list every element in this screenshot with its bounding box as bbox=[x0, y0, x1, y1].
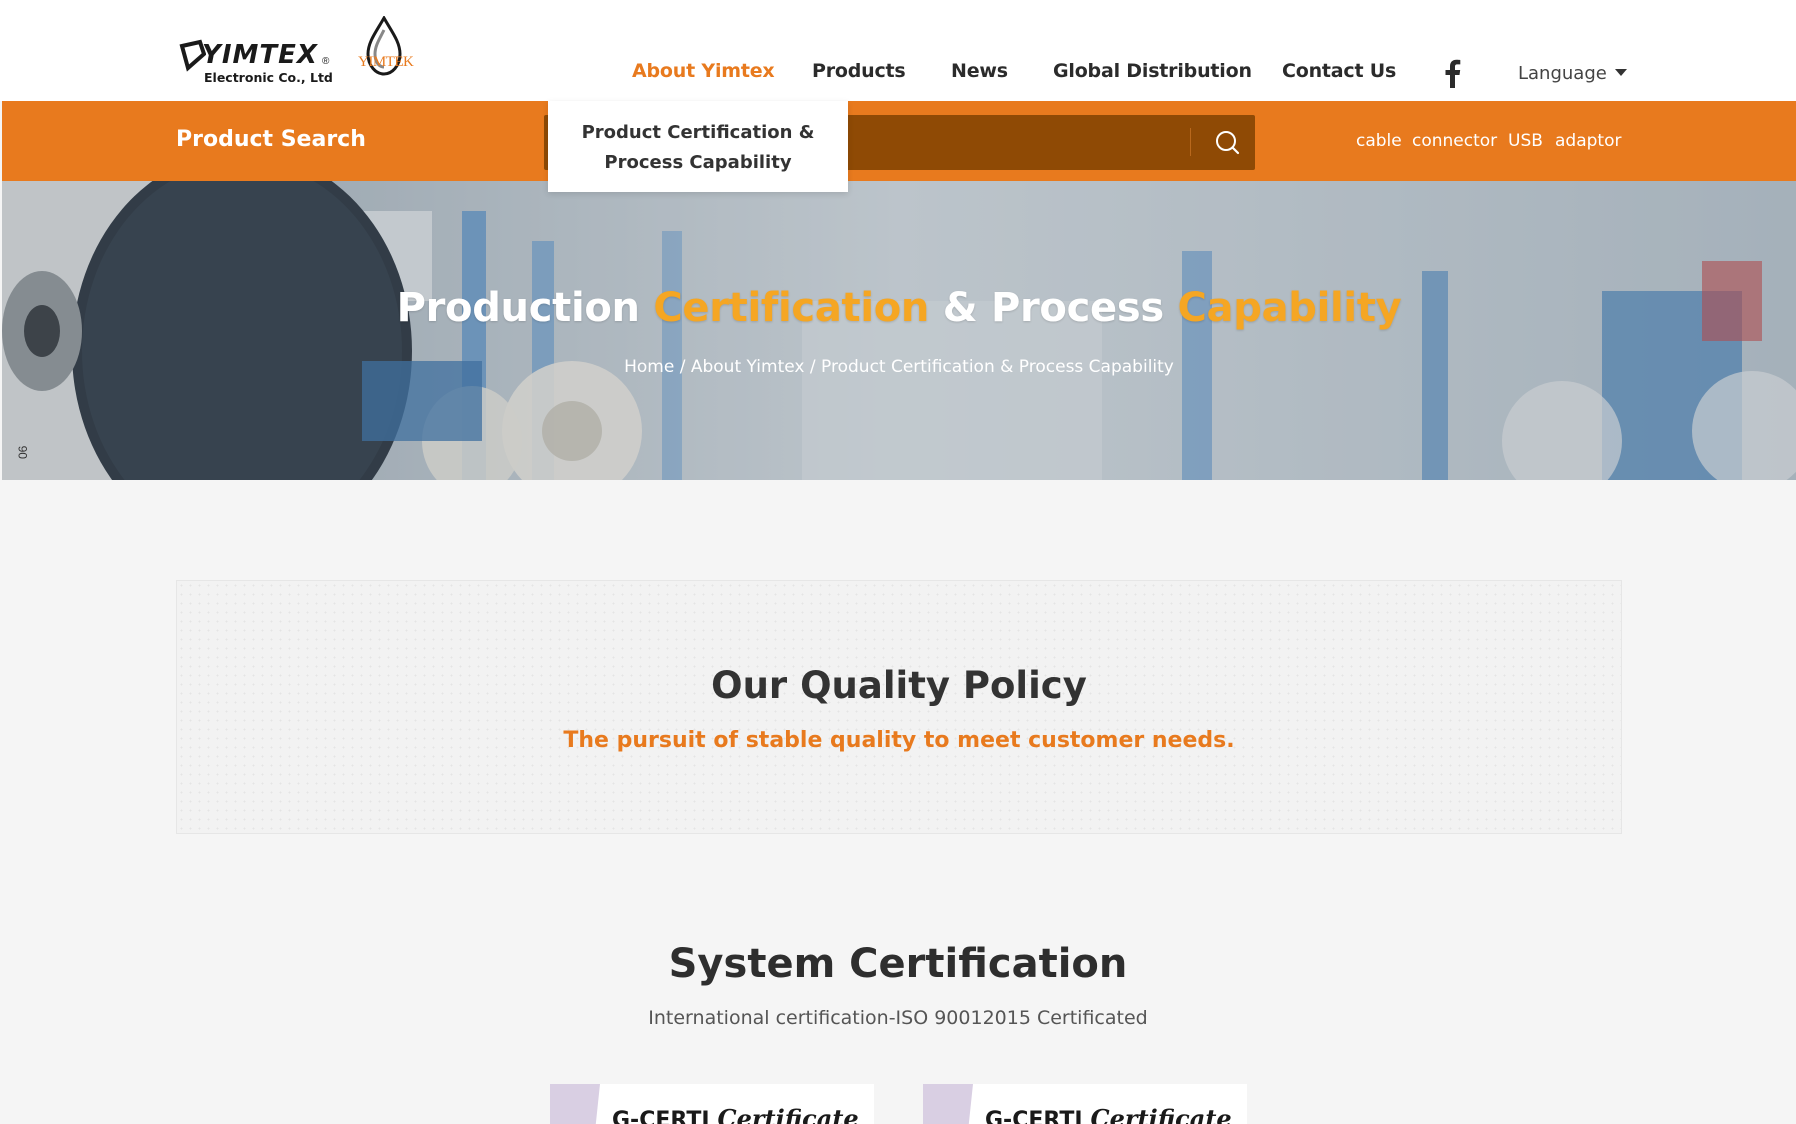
certificate-heading: G-CERTI Certificate bbox=[985, 1104, 1232, 1124]
facebook-icon[interactable] bbox=[1442, 58, 1462, 88]
system-certification-subtitle: International certification-ISO 90012015… bbox=[648, 1007, 1148, 1029]
title-part: & Process bbox=[942, 285, 1164, 331]
page-title: Production Certification & Process Capab… bbox=[2, 285, 1796, 331]
search-icon bbox=[1216, 131, 1240, 155]
title-part: Production bbox=[396, 285, 640, 331]
search-button[interactable] bbox=[1200, 115, 1255, 170]
logo-registered-mark: ® bbox=[322, 56, 330, 67]
breadcrumb-home[interactable]: Home bbox=[624, 357, 674, 377]
nav-item-contact[interactable]: Contact Us bbox=[1282, 60, 1396, 82]
nav-item-global-distribution[interactable]: Global Distribution bbox=[1053, 60, 1252, 82]
nav-item-about[interactable]: About Yimtex bbox=[632, 60, 775, 82]
certificate-brand: G-CERTI bbox=[612, 1108, 710, 1124]
nav-item-products[interactable]: Products bbox=[812, 60, 906, 82]
certificate-card[interactable]: G-CERTI Certificate bbox=[923, 1084, 1247, 1124]
hero-side-text: 06 bbox=[16, 445, 30, 459]
breadcrumb-separator: / bbox=[804, 357, 822, 377]
breadcrumb: Home / About Yimtex / Product Certificat… bbox=[2, 357, 1796, 377]
title-part-highlight: Capability bbox=[1177, 285, 1402, 331]
search-tag[interactable]: cable bbox=[1356, 131, 1402, 151]
logo-wordmark: YIMTEX bbox=[202, 40, 318, 70]
language-selector[interactable]: Language bbox=[1518, 63, 1627, 84]
certificate-heading: G-CERTI Certificate bbox=[612, 1104, 859, 1124]
certificate-script: Certificate bbox=[717, 1104, 859, 1124]
certificate-stripe bbox=[923, 1084, 973, 1124]
dropdown-item-certification[interactable]: Product Certification & Process Capabili… bbox=[548, 118, 848, 178]
search-tag[interactable]: connector bbox=[1412, 131, 1497, 151]
logo-subtitle: Electronic Co., Ltd bbox=[204, 70, 333, 85]
certificate-stripe bbox=[550, 1084, 600, 1124]
logo-primary: YIMTEX ® Electronic Co., Ltd bbox=[178, 24, 358, 85]
logo-secondary: YIMTEK bbox=[358, 16, 420, 84]
hero-banner: Production Certification & Process Capab… bbox=[2, 181, 1796, 480]
certificate-card[interactable]: G-CERTI Certificate bbox=[550, 1084, 874, 1124]
breadcrumb-separator: / bbox=[674, 357, 691, 377]
yimtex-logo[interactable]: YIMTEX ® Electronic Co., Ltd YIMTEK bbox=[178, 16, 428, 86]
site-header: YIMTEX ® Electronic Co., Ltd YIMTEK Abou… bbox=[0, 0, 1796, 101]
language-label: Language bbox=[1518, 63, 1607, 84]
title-part-highlight: Certification bbox=[653, 285, 930, 331]
logo-secondary-text: YIMTEK bbox=[358, 54, 414, 70]
certificate-script: Certificate bbox=[1090, 1104, 1232, 1124]
chevron-down-icon bbox=[1614, 69, 1627, 76]
system-certification-title: System Certification bbox=[668, 941, 1128, 987]
nav-item-news[interactable]: News bbox=[951, 60, 1008, 82]
product-search-label: Product Search bbox=[176, 127, 366, 152]
search-tag[interactable]: USB bbox=[1508, 131, 1543, 151]
breadcrumb-current: Product Certification & Process Capabili… bbox=[821, 357, 1174, 377]
search-tag[interactable]: adaptor bbox=[1555, 131, 1621, 151]
quality-policy-title: Our Quality Policy bbox=[711, 664, 1087, 707]
product-search-bar: Product Search cable connector USB adapt… bbox=[2, 101, 1796, 181]
about-dropdown-menu: Product Certification & Process Capabili… bbox=[548, 101, 848, 192]
certificate-brand: G-CERTI bbox=[985, 1108, 1083, 1124]
quality-policy-subtitle: The pursuit of stable quality to meet cu… bbox=[563, 728, 1235, 753]
breadcrumb-about[interactable]: About Yimtex bbox=[691, 357, 805, 377]
quality-policy-box: Our Quality Policy The pursuit of stable… bbox=[176, 580, 1622, 834]
search-divider bbox=[1190, 128, 1191, 156]
